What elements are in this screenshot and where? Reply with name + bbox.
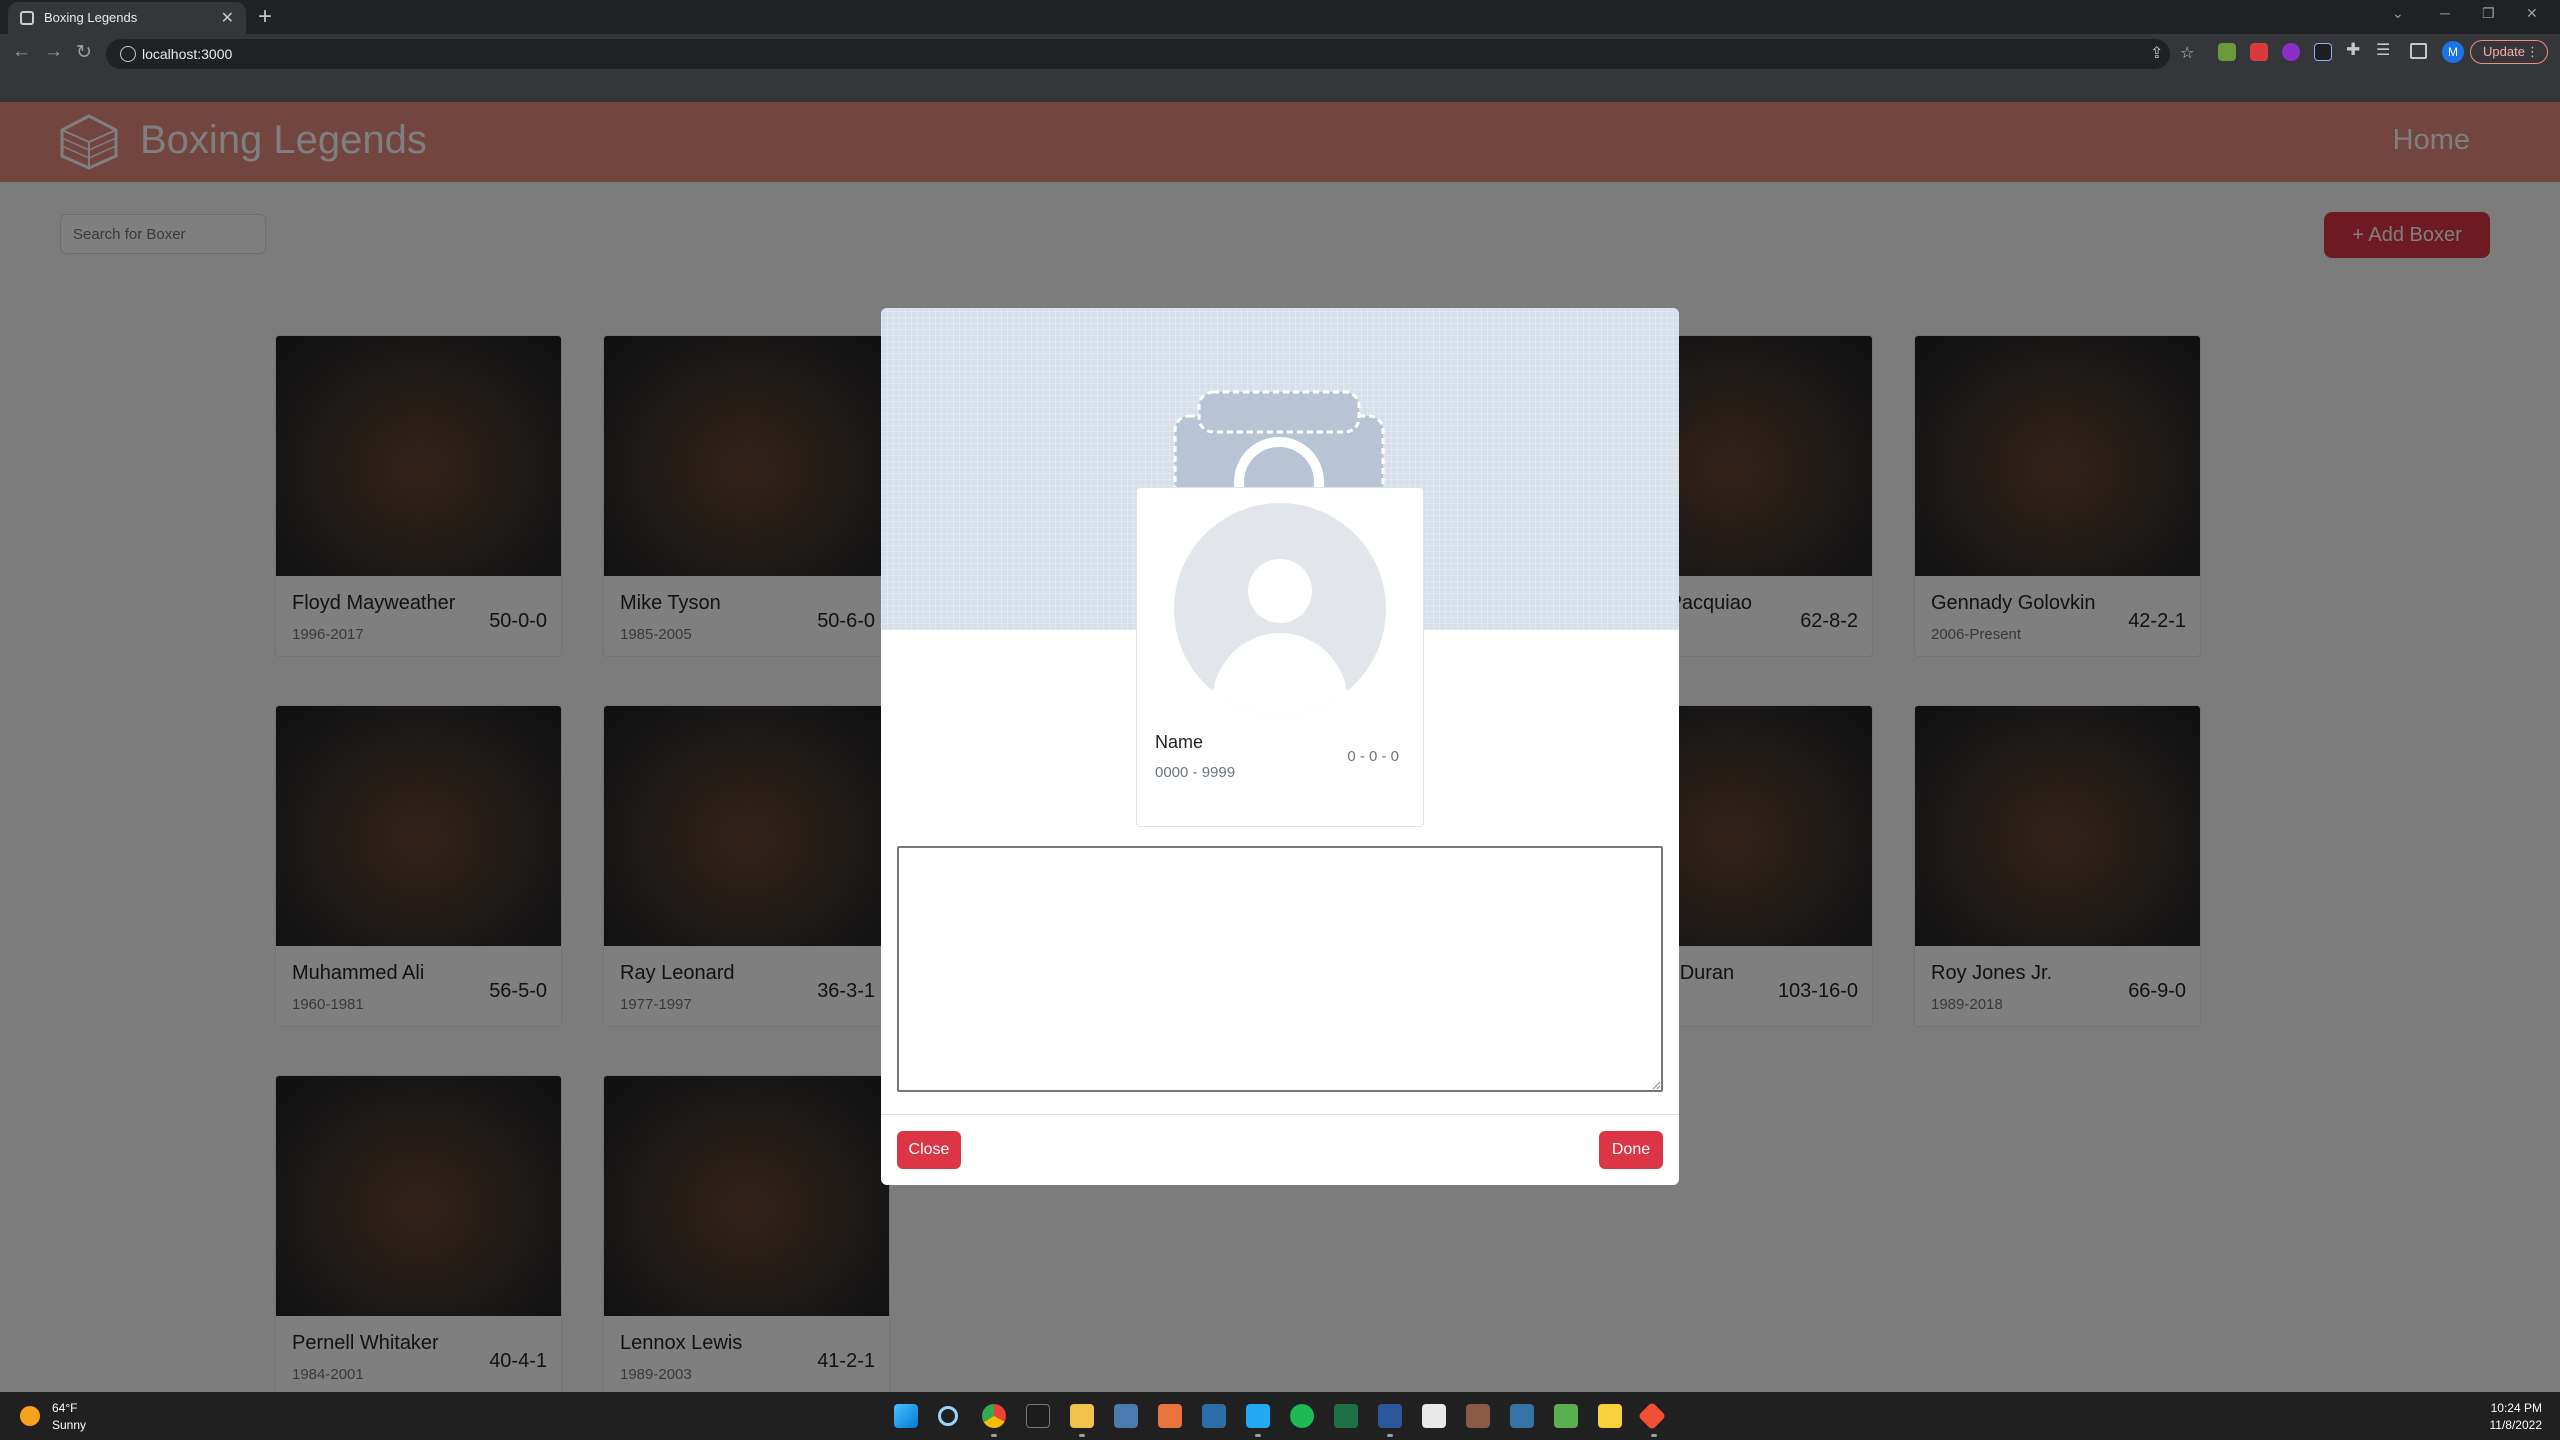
notepad-icon[interactable] — [1114, 1404, 1138, 1428]
tab-close-icon[interactable]: ✕ — [221, 8, 234, 28]
browser-toolbar: ← → ↻ localhost:3000 ⇪ ☆ ✚ ☰ M Update ⋮ — [0, 34, 2560, 102]
search-icon[interactable] — [938, 1406, 958, 1426]
running-indicator — [1255, 1434, 1261, 1437]
running-indicator — [991, 1434, 997, 1437]
terminal-icon[interactable] — [1026, 1404, 1050, 1428]
chrome-icon[interactable] — [982, 1404, 1006, 1428]
preview-name: Name — [1155, 732, 1204, 752]
back-icon[interactable]: ← — [12, 41, 31, 63]
modal-divider — [881, 1114, 1679, 1115]
windows-taskbar: 64°F Sunny 10:24 PM 11/8/2022 — [0, 1392, 2560, 1440]
tab-title: Boxing Legends — [44, 10, 138, 25]
reload-icon[interactable]: ↻ — [76, 41, 92, 64]
snipping-tool-icon[interactable] — [1422, 1404, 1446, 1428]
weather-condition[interactable]: Sunny — [52, 1418, 86, 1432]
clock-date[interactable]: 11/8/2022 — [2490, 1418, 2543, 1432]
excel-icon[interactable] — [1334, 1404, 1358, 1428]
address-bar[interactable]: localhost:3000 ⇪ ☆ — [106, 39, 2194, 69]
share-icon[interactable]: ⇪ — [2150, 43, 2163, 63]
file-explorer-icon[interactable] — [1070, 1404, 1094, 1428]
weather-temp[interactable]: 64°F — [52, 1401, 77, 1415]
update-label: Update — [2483, 44, 2525, 59]
vscode-icon[interactable] — [1246, 1404, 1270, 1428]
resize-handle-icon[interactable] — [1651, 1080, 1661, 1090]
side-panel-icon[interactable] — [2410, 43, 2427, 59]
bio-textarea[interactable] — [897, 846, 1663, 1092]
preview-years: 0000 - 9999 — [1155, 764, 1236, 781]
running-indicator — [1387, 1434, 1393, 1437]
clock-time[interactable]: 10:24 PM — [2491, 1401, 2542, 1415]
profile-avatar[interactable]: M — [2442, 41, 2464, 63]
spotify-icon[interactable] — [1290, 1404, 1314, 1428]
tab-favicon-icon — [20, 11, 34, 25]
photos-icon[interactable] — [1466, 1404, 1490, 1428]
minimize-icon[interactable]: ─ — [2440, 5, 2450, 21]
close-button[interactable]: Close — [897, 1131, 961, 1169]
sun-icon[interactable] — [20, 1406, 40, 1426]
more-menu-icon[interactable]: ⋮ — [2526, 41, 2539, 62]
done-button[interactable]: Done — [1599, 1131, 1663, 1169]
word-icon[interactable] — [1378, 1404, 1402, 1428]
running-indicator — [1079, 1434, 1085, 1437]
avatar-placeholder-icon — [1174, 503, 1386, 715]
extension-icon[interactable] — [2314, 43, 2332, 61]
extension-icon[interactable] — [2218, 43, 2236, 61]
bookmark-star-icon[interactable]: ☆ — [2180, 43, 2194, 63]
site-info-icon[interactable] — [120, 46, 136, 62]
boxer-preview-card: Name 0000 - 9999 0 - 0 - 0 — [1136, 487, 1424, 827]
git-icon[interactable] — [1637, 1401, 1667, 1431]
running-indicator — [1651, 1434, 1657, 1437]
browser-tab[interactable]: Boxing Legends ✕ — [8, 2, 246, 34]
browser-tabstrip: Boxing Legends ✕ + ⌄ ─ ❐ ✕ — [0, 0, 2560, 34]
extension-icon[interactable] — [2282, 43, 2300, 61]
extension-icon[interactable] — [2250, 43, 2268, 61]
sticky-notes-icon[interactable] — [1598, 1404, 1622, 1428]
python-icon[interactable] — [1510, 1404, 1534, 1428]
window-close-icon[interactable]: ✕ — [2526, 5, 2538, 22]
sublime-text-icon[interactable] — [1158, 1404, 1182, 1428]
notes-icon[interactable] — [1554, 1404, 1578, 1428]
start-icon[interactable] — [894, 1404, 918, 1428]
tab-search-icon[interactable]: ⌄ — [2392, 5, 2404, 22]
preview-record: 0 - 0 - 0 — [1347, 748, 1399, 765]
new-tab-icon[interactable]: + — [258, 3, 272, 31]
mail-icon[interactable] — [1202, 1404, 1226, 1428]
reading-list-icon[interactable]: ☰ — [2376, 40, 2390, 60]
restore-icon[interactable]: ❐ — [2482, 5, 2495, 22]
forward-icon[interactable]: → — [44, 41, 63, 63]
update-button[interactable]: Update ⋮ — [2470, 40, 2548, 64]
add-boxer-modal: Name 0000 - 9999 0 - 0 - 0 Close Done — [881, 308, 1679, 1185]
url-text: localhost:3000 — [142, 46, 233, 62]
extensions-puzzle-icon[interactable]: ✚ — [2346, 40, 2360, 60]
